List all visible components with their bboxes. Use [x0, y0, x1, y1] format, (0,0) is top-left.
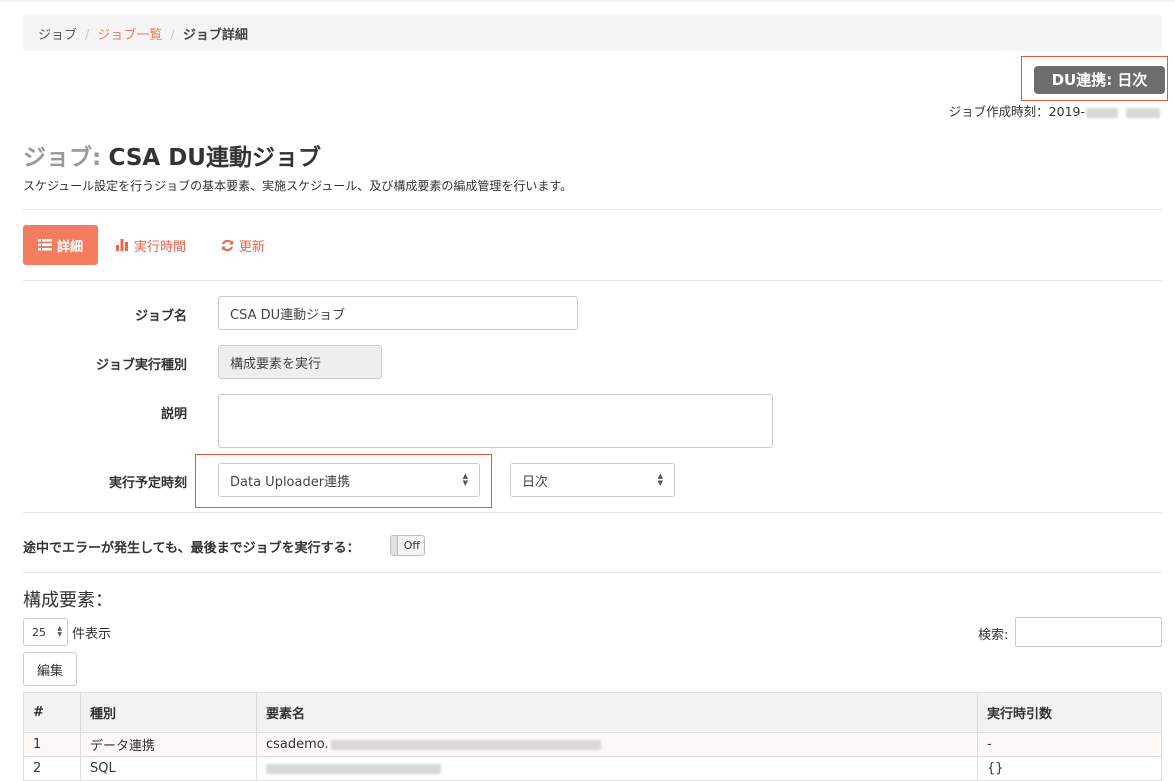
refresh-icon	[222, 239, 233, 251]
tab-refresh[interactable]: 更新	[221, 225, 265, 265]
page-length-select[interactable]: 25 ▲ ▼	[23, 618, 68, 646]
badge-highlight: DU連携: 日次	[1021, 56, 1168, 101]
created-time: ジョブ作成時刻：2019-	[949, 101, 1160, 120]
continue-on-error-label: 途中でエラーが発生しても、最後までジョブを実行する：	[23, 541, 360, 556]
table-header-row: # 種別 要素名 実行時引数	[23, 692, 1162, 733]
page-length-value: 25	[32, 625, 46, 639]
cell-name-text: csademo.	[266, 737, 329, 752]
tab-exec-time[interactable]: 実行時間	[116, 225, 186, 265]
divider	[23, 209, 1162, 210]
table-row[interactable]: 2 SQL {}	[23, 756, 1162, 781]
divider	[23, 512, 1162, 513]
breadcrumb-home[interactable]: ジョブ	[38, 28, 77, 43]
page-title-name: CSA DU連動ジョブ	[108, 145, 321, 171]
continue-on-error-toggle[interactable]: Off	[390, 535, 425, 556]
page-length-suffix: 件表示	[72, 626, 112, 642]
redacted-name	[266, 763, 441, 774]
job-type-field: 構成要素を実行	[218, 345, 382, 379]
breadcrumb-job-list[interactable]: ジョブ一覧	[97, 28, 162, 43]
column-header-args[interactable]: 実行時引数	[977, 692, 1162, 733]
tab-refresh-label: 更新	[239, 239, 266, 255]
divider	[23, 572, 1162, 573]
tab-exec-time-label: 実行時間	[134, 239, 187, 255]
cell-type: データ連携	[80, 732, 257, 757]
created-time-label: ジョブ作成時刻：2019-	[948, 104, 1085, 119]
cell-number: 1	[23, 732, 81, 757]
tab-detail[interactable]: 詳細	[23, 225, 98, 265]
components-table: # 種別 要素名 実行時引数 1 データ連携 csademo. - 2 SQL …	[23, 692, 1162, 781]
redacted-name	[330, 739, 601, 750]
top-border	[0, 0, 1175, 2]
job-name-input[interactable]: CSA DU連動ジョブ	[218, 296, 578, 330]
bar-chart-icon	[116, 239, 128, 251]
page-description: スケジュール設定を行うジョブの基本要素、実施スケジュール、及び構成要素の編成管理…	[23, 179, 573, 193]
page-length-control: 25 ▲ ▼ 件表示	[23, 618, 111, 646]
column-header-name[interactable]: 要素名	[256, 692, 978, 733]
list-icon	[37, 239, 52, 251]
cell-name	[256, 756, 978, 781]
breadcrumb: ジョブ / ジョブ一覧 / ジョブ詳細	[23, 15, 1162, 51]
tab-detail-label: 詳細	[56, 239, 83, 255]
toggle-state: Off	[403, 539, 420, 552]
search-input[interactable]	[1015, 617, 1162, 647]
redacted-time	[1126, 107, 1160, 118]
search-label: 検索:	[978, 628, 1009, 643]
job-name-label: ジョブ名	[134, 309, 187, 324]
select-arrows-icon: ▲ ▼	[57, 625, 62, 638]
status-badge: DU連携: 日次	[1034, 66, 1165, 94]
cell-args: {}	[977, 756, 1162, 781]
select-arrows-icon: ▲ ▼	[657, 472, 663, 487]
toggle-knob	[391, 536, 398, 555]
page-title: ジョブ: CSA DU連動ジョブ	[23, 138, 321, 172]
schedule-type-select[interactable]: Data Uploader連携 ▲ ▼	[218, 463, 480, 497]
divider	[23, 280, 1162, 281]
schedule-type-value: Data Uploader連携	[230, 474, 351, 490]
column-header-number[interactable]: #	[23, 692, 81, 733]
description-textarea[interactable]	[218, 394, 773, 448]
breadcrumb-current: ジョブ詳細	[182, 28, 248, 43]
schedule-frequency-select[interactable]: 日次 ▲ ▼	[510, 463, 675, 497]
table-row[interactable]: 1 データ連携 csademo. -	[23, 732, 1162, 757]
cell-args: -	[977, 732, 1162, 757]
components-title: 構成要素：	[23, 590, 113, 611]
cell-name: csademo.	[256, 732, 978, 757]
schedule-label: 実行予定時刻	[108, 476, 187, 491]
cell-type: SQL	[80, 756, 257, 781]
description-label: 説明	[160, 407, 187, 422]
select-arrows-icon: ▲ ▼	[462, 472, 468, 487]
cell-number: 2	[23, 756, 81, 781]
redacted-date	[1086, 107, 1118, 118]
job-type-label: ジョブ実行種別	[95, 358, 187, 373]
column-header-type[interactable]: 種別	[80, 692, 257, 733]
page-title-prefix: ジョブ:	[23, 145, 102, 171]
edit-button[interactable]: 編集	[23, 652, 77, 686]
schedule-frequency-value: 日次	[522, 474, 549, 490]
